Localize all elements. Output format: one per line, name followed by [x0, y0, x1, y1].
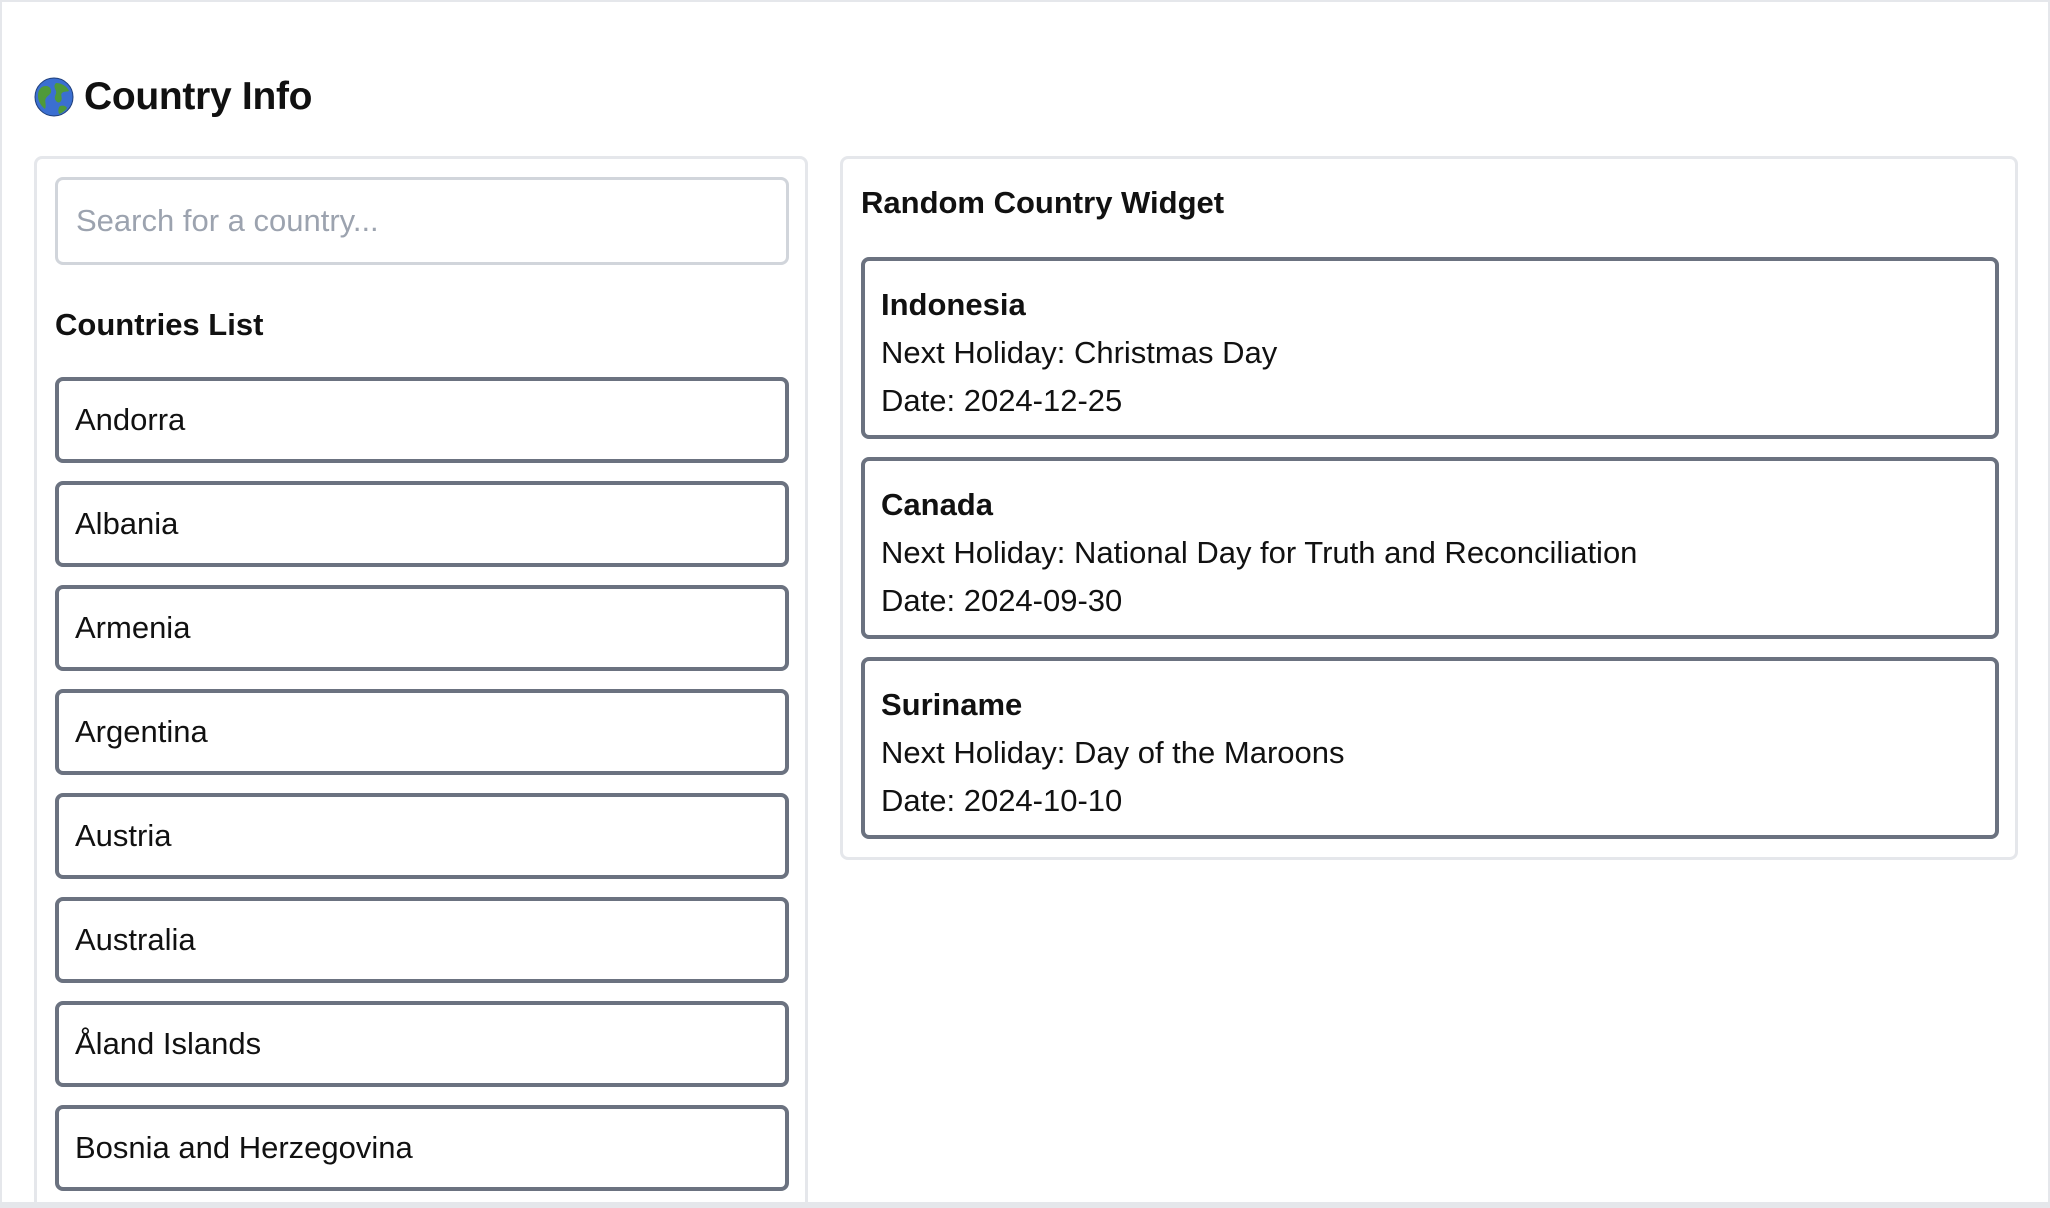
list-item[interactable]: Andorra	[55, 377, 789, 463]
page: Country Info Countries List Andorra Alba…	[0, 0, 2050, 1208]
card-country-name: Canada	[881, 487, 993, 522]
card-next-holiday: Next Holiday: Day of the Maroons	[881, 735, 1345, 770]
card-holiday-date: Date: 2024-10-10	[881, 783, 1123, 818]
card-country-name: Suriname	[881, 687, 1023, 722]
list-item[interactable]: Bosnia and Herzegovina	[55, 1105, 789, 1191]
countries-panel: Countries List Andorra Albania Armenia A…	[34, 156, 808, 1208]
country-card: Indonesia Next Holiday: Christmas Day Da…	[861, 257, 1999, 439]
list-item[interactable]: Armenia	[55, 585, 789, 671]
card-next-holiday: Next Holiday: Christmas Day	[881, 335, 1278, 370]
card-holiday-date: Date: 2024-09-30	[881, 583, 1123, 618]
random-country-widget: Random Country Widget Indonesia Next Hol…	[840, 156, 2018, 860]
list-item[interactable]: Austria	[55, 793, 789, 879]
country-card: Canada Next Holiday: National Day for Tr…	[861, 457, 1999, 639]
list-item[interactable]: Albania	[55, 481, 789, 567]
countries-list: Andorra Albania Armenia Argentina Austri…	[55, 377, 789, 1191]
card-next-holiday: Next Holiday: National Day for Truth and…	[881, 535, 1638, 570]
card-holiday-date: Date: 2024-12-25	[881, 383, 1123, 418]
widget-title: Random Country Widget	[861, 185, 1225, 220]
country-card: Suriname Next Holiday: Day of the Maroon…	[861, 657, 1999, 839]
list-item[interactable]: Australia	[55, 897, 789, 983]
list-item[interactable]: Argentina	[55, 689, 789, 775]
countries-list-title: Countries List	[55, 307, 264, 342]
globe-icon	[34, 77, 74, 117]
page-title: Country Info	[84, 75, 313, 118]
page-header: Country Info	[34, 72, 313, 122]
card-country-name: Indonesia	[881, 287, 1026, 322]
list-item[interactable]: Åland Islands	[55, 1001, 789, 1087]
bottom-border	[2, 1202, 2048, 1208]
country-cards: Indonesia Next Holiday: Christmas Day Da…	[861, 257, 1999, 839]
search-input[interactable]	[55, 177, 789, 265]
